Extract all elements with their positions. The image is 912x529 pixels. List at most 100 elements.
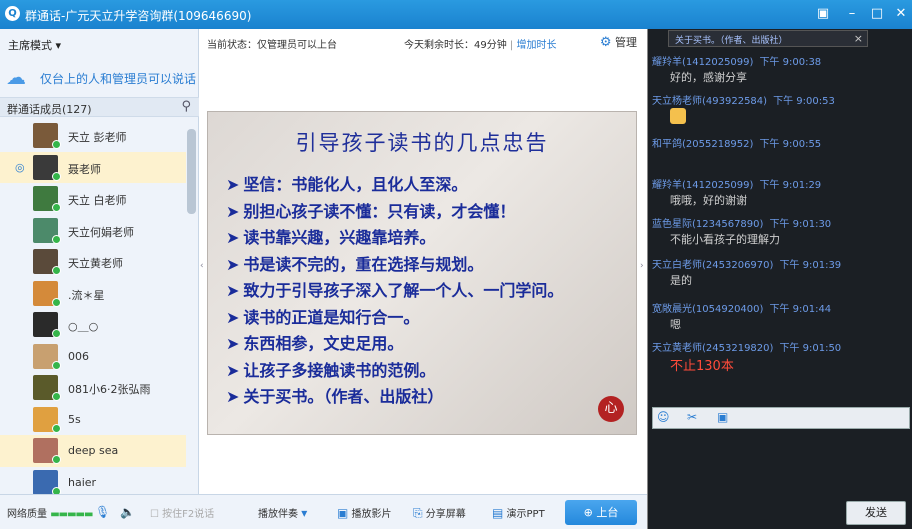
slide-point: ➤ 读书的正道是知行合一。	[226, 305, 563, 332]
scissors-icon[interactable]: ✂	[687, 410, 697, 424]
slide-point-text: 读书靠兴趣，兴趣靠培养。	[243, 228, 436, 247]
mic-muted-icon[interactable]: 🎙	[95, 505, 110, 519]
member-item[interactable]: .流＊星	[0, 278, 186, 310]
member-item[interactable]: 天立 白老师	[0, 183, 186, 215]
chat-message-header: 宽敞晨光(1054920400) 下午 9:01:44	[652, 300, 831, 315]
manage-button[interactable]: ⚙ 管理	[600, 34, 637, 50]
member-item[interactable]: ◎ 聂老师	[0, 151, 186, 183]
message-time: 下午 9:01:50	[779, 343, 842, 354]
member-item[interactable]: 天立何娟老师	[0, 215, 186, 247]
ppt-icon: ▤	[492, 506, 504, 520]
close-pinned-icon[interactable]: ×	[854, 32, 863, 45]
slide-point-text: 致力于引导孩子深入了解一个人、一门学问。	[243, 281, 564, 300]
pinned-message[interactable]: 关于买书。（作者、出版社） ×	[668, 30, 868, 47]
sender-name[interactable]: 耀羚羊(1412025099)	[652, 57, 753, 68]
play-movie-label: 播放影片	[351, 509, 392, 520]
bullet-arrow-icon: ➤	[226, 307, 240, 327]
divider: |	[509, 40, 514, 51]
member-item[interactable]: 天立 彭老师	[0, 120, 186, 152]
member-item[interactable]: ○＿○	[0, 309, 186, 341]
sender-name[interactable]: 天立杨老师(493922584)	[652, 96, 767, 107]
member-item[interactable]: haier	[0, 467, 186, 494]
close-button[interactable]: ✕	[890, 4, 912, 24]
chevron-down-icon: ▾	[55, 39, 62, 52]
stage-icon: ⊕	[583, 506, 593, 519]
slide-point: ➤ 坚信：书能化人，且化人至深。	[226, 172, 563, 199]
sender-name[interactable]: 和平鸽(2055218952)	[652, 139, 753, 150]
share-screen-button[interactable]: ⎘ 分享屏幕	[413, 505, 466, 521]
slide-point-text: 关于买书。（作者、出版社）	[243, 387, 444, 406]
restore-panel-icon[interactable]: ▣	[812, 4, 834, 24]
member-item[interactable]: 081小6·2张弘雨	[0, 372, 186, 404]
checkbox-icon: ☐	[150, 509, 159, 520]
slide-point: ➤ 别担心孩子读不懂：只有读，才会懂！	[226, 199, 563, 226]
maximize-button[interactable]: □	[866, 4, 888, 24]
member-item[interactable]: 5s	[0, 404, 186, 436]
accompany-button[interactable]: 播放伴奏 ▾	[258, 505, 307, 520]
member-name: ○＿○	[68, 320, 99, 333]
chat-panel: 关于买书。（作者、出版社） × 耀羚羊(1412025099) 下午 9:00:3…	[647, 29, 912, 529]
slide-point: ➤ 让孩子多接触读书的范例。	[226, 358, 563, 385]
gear-icon: ⚙	[599, 35, 612, 50]
online-status-icon	[52, 171, 61, 181]
collapse-right-icon[interactable]: ›	[640, 261, 644, 271]
sender-name[interactable]: 天立黄老师(2453219820)	[652, 343, 773, 354]
message-time: 下午 9:00:53	[773, 96, 835, 107]
speak-notice-text: 仅台上的人和管理员可以说话	[40, 72, 197, 86]
collapse-left-icon[interactable]: ‹	[200, 261, 204, 271]
online-status-icon	[52, 266, 61, 275]
network-quality: 网络质量 ▬▬▬▬▬	[7, 505, 93, 520]
slide-point-text: 读书的正道是知行合一。	[243, 307, 420, 327]
bullet-arrow-icon: ➤	[226, 281, 240, 300]
chat-message-header: 天立白老师(2453206970) 下午 9:01:39	[652, 256, 841, 271]
sender-name[interactable]: 蓝色星际(1234567890)	[652, 219, 763, 230]
online-status-icon	[52, 486, 61, 494]
bullet-arrow-icon: ➤	[226, 201, 240, 221]
share-screen-label: 分享屏幕	[425, 509, 466, 520]
message-time: 下午 9:00:55	[759, 139, 822, 150]
online-status-icon	[52, 392, 61, 401]
online-status-icon	[52, 329, 61, 338]
window-title: 群通话-广元天立升学咨询群(109646690)	[25, 9, 252, 23]
slide-point-text: 东西相参，文史足用。	[243, 334, 404, 353]
remaining-time: 今天剩余时长：49分钟 | 增加时长	[404, 36, 556, 51]
minimize-button[interactable]: –	[841, 4, 863, 24]
find-member-icon[interactable]: ⚲	[181, 99, 191, 114]
member-list: 天立 彭老师 ◎ 聂老师 天立 白老师 天立何娟老师 天立黄老师 .流＊星 ○＿○ 006 081…	[0, 120, 186, 494]
push-to-talk-button[interactable]: ☐ 按住F2说话	[150, 505, 214, 520]
send-button[interactable]: 发送	[846, 501, 906, 525]
bullet-arrow-icon: ➤	[226, 387, 240, 406]
host-pin-icon: ◎	[15, 160, 25, 174]
present-ppt-button[interactable]: ▤ 演示PPT	[492, 505, 545, 520]
add-time-link[interactable]: 增加时长	[516, 40, 556, 51]
sender-name[interactable]: 耀羚羊(1412025099)	[652, 180, 753, 191]
cloud-speaker-icon: ☁	[6, 65, 26, 89]
left-panel: 主席模式 ▾ ☁ 仅台上的人和管理员可以说话 群通话成员(127) ⚲ 天立 彭…	[0, 29, 199, 494]
mode-dropdown[interactable]: 主席模式 ▾	[8, 37, 61, 53]
push-to-talk-label: 按住F2说话	[162, 509, 215, 520]
member-item[interactable]: 006	[0, 341, 186, 373]
chat-message-header: 耀羚羊(1412025099) 下午 9:00:38	[652, 53, 821, 68]
chat-message-header: 和平鸽(2055218952) 下午 9:00:55	[652, 135, 821, 150]
member-list-scrollbar[interactable]	[187, 129, 196, 214]
go-on-stage-button[interactable]: ⊕ 上台	[565, 500, 637, 525]
go-on-stage-label: 上台	[596, 506, 619, 519]
online-status-icon	[52, 297, 61, 307]
thumbs-up-emoji-icon	[670, 108, 686, 124]
sender-name[interactable]: 天立白老师(2453206970)	[652, 260, 773, 271]
sender-name[interactable]: 宽敞晨光(1054920400)	[652, 304, 763, 315]
image-icon[interactable]: ▣	[717, 410, 728, 424]
play-movie-button[interactable]: ▣ 播放影片	[337, 505, 392, 520]
message-body: 是的	[670, 274, 692, 287]
bullet-arrow-icon: ➤	[226, 254, 240, 274]
speaker-muted-icon[interactable]: 🔈	[120, 505, 135, 519]
slide-point: ➤ 读书靠兴趣，兴趣靠培养。	[226, 225, 563, 252]
online-status-icon	[52, 455, 61, 464]
present-ppt-label: 演示PPT	[506, 509, 545, 520]
emoji-icon[interactable]: ☺	[657, 410, 670, 424]
member-item[interactable]: deep sea	[0, 435, 186, 467]
member-name: 5s	[68, 412, 81, 426]
message-time: 下午 9:01:39	[779, 260, 842, 271]
online-status-icon	[52, 140, 61, 149]
member-item[interactable]: 天立黄老师	[0, 246, 186, 278]
